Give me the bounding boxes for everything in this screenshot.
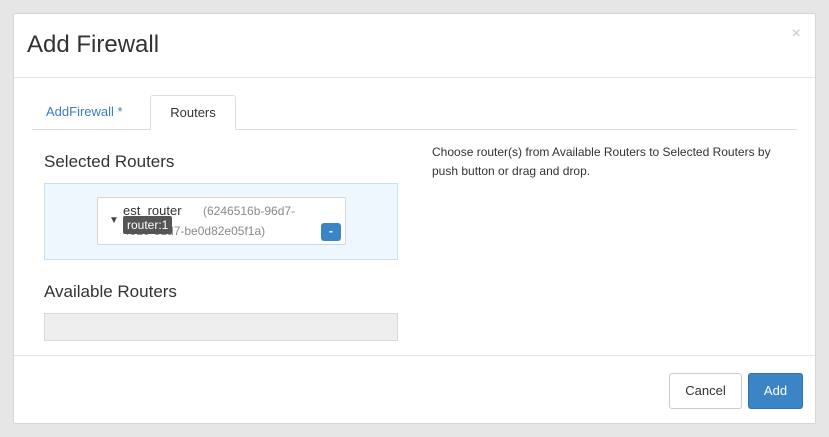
- remove-router-button[interactable]: -: [321, 223, 341, 241]
- add-button[interactable]: Add: [748, 373, 803, 409]
- tab-bar: AddFirewall * Routers: [32, 95, 797, 130]
- modal-header: Add Firewall ×: [14, 14, 815, 78]
- router-card[interactable]: est_router (6246516b-96d7- 4520-81d7-be0…: [97, 197, 346, 245]
- cancel-button[interactable]: Cancel: [669, 373, 742, 409]
- tab-routers[interactable]: Routers: [150, 95, 236, 130]
- help-text: Choose router(s) from Available Routers …: [432, 145, 771, 178]
- selected-routers-title: Selected Routers: [44, 152, 175, 171]
- selected-routers-list[interactable]: est_router (6246516b-96d7- 4520-81d7-be0…: [44, 183, 398, 260]
- close-icon[interactable]: ×: [792, 24, 801, 44]
- tab-addfirewall[interactable]: AddFirewall *: [32, 95, 144, 129]
- router-id-part1: (6246516b-96d7-: [203, 204, 296, 218]
- router-tooltip: router:1: [123, 216, 173, 234]
- modal-footer: Cancel Add: [14, 355, 815, 423]
- available-routers-title: Available Routers: [44, 282, 177, 301]
- add-firewall-modal: Add Firewall × AddFirewall * Routers Sel…: [13, 13, 816, 424]
- available-routers-list[interactable]: [44, 313, 398, 341]
- chevron-down-icon[interactable]: ▼: [109, 216, 119, 226]
- modal-title: Add Firewall: [27, 31, 160, 58]
